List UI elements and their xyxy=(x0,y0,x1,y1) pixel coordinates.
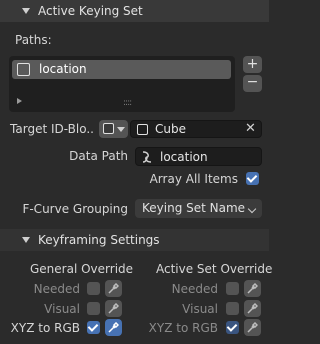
active-needed-label: Needed xyxy=(171,282,218,296)
collapse-triangle-icon xyxy=(22,8,30,14)
target-id-block-label: Target ID-Blo.. xyxy=(10,122,94,136)
array-all-items-checkbox[interactable] xyxy=(246,172,259,185)
resize-grip-icon[interactable]: :::: xyxy=(123,98,132,108)
eyedropper-icon[interactable] xyxy=(244,300,261,317)
chevron-down-icon xyxy=(247,204,257,214)
general-override-title: General Override xyxy=(30,262,134,276)
panel-title: Active Keying Set xyxy=(38,4,143,18)
data-path-value: location xyxy=(160,150,208,164)
fcurve-grouping-dropdown[interactable]: Keying Set Name xyxy=(135,199,262,218)
general-visual-label: Visual xyxy=(44,302,80,316)
active-xyz-to-rgb-label: XYZ to RGB xyxy=(148,321,218,335)
array-all-items-label: Array All Items xyxy=(149,172,238,186)
active-needed-checkbox[interactable] xyxy=(226,282,239,295)
eyedropper-icon[interactable] xyxy=(244,319,261,336)
eyedropper-icon[interactable] xyxy=(105,280,122,297)
target-id-value: Cube xyxy=(155,122,186,136)
eyedropper-icon[interactable] xyxy=(244,280,261,297)
keyframing-settings-header[interactable]: Keyframing Settings xyxy=(0,229,269,251)
list-item-location[interactable]: location xyxy=(12,60,231,79)
remove-path-button[interactable]: − xyxy=(243,75,262,92)
eyedropper-icon[interactable] xyxy=(105,300,122,317)
eyedropper-icon[interactable] xyxy=(105,319,122,336)
object-type-icon xyxy=(103,123,114,134)
object-icon xyxy=(137,124,148,135)
general-xyz-to-rgb-label: XYZ to RGB xyxy=(10,321,80,335)
paths-list: location :::: xyxy=(9,56,235,112)
list-item-label: location xyxy=(39,62,87,76)
id-type-dropdown[interactable] xyxy=(99,120,128,138)
chevron-down-icon xyxy=(117,127,125,132)
expand-list-icon[interactable] xyxy=(17,98,22,104)
active-set-override-title: Active Set Override xyxy=(156,262,273,276)
active-visual-label: Visual xyxy=(182,302,218,316)
active-visual-checkbox[interactable] xyxy=(226,302,239,315)
active-keying-set-header[interactable]: Active Keying Set xyxy=(0,0,269,22)
panel-title: Keyframing Settings xyxy=(38,233,160,247)
paths-label: Paths: xyxy=(15,33,52,47)
general-needed-label: Needed xyxy=(33,282,80,296)
clear-icon[interactable]: ✕ xyxy=(245,121,256,136)
general-needed-checkbox[interactable] xyxy=(87,282,100,295)
data-path-label: Data Path xyxy=(69,149,128,163)
rna-path-icon xyxy=(142,151,152,163)
general-visual-checkbox[interactable] xyxy=(87,302,100,315)
data-path-field[interactable]: location xyxy=(135,147,262,166)
add-path-button[interactable]: + xyxy=(243,56,262,73)
path-item-icon xyxy=(17,63,30,76)
collapse-triangle-icon xyxy=(22,237,30,243)
active-xyz-to-rgb-checkbox[interactable] xyxy=(226,321,239,334)
target-id-field[interactable]: Cube ✕ xyxy=(130,120,262,138)
fcurve-grouping-value: Keying Set Name xyxy=(142,201,246,215)
fcurve-grouping-label: F-Curve Grouping xyxy=(22,202,128,216)
general-xyz-to-rgb-checkbox[interactable] xyxy=(87,321,100,334)
